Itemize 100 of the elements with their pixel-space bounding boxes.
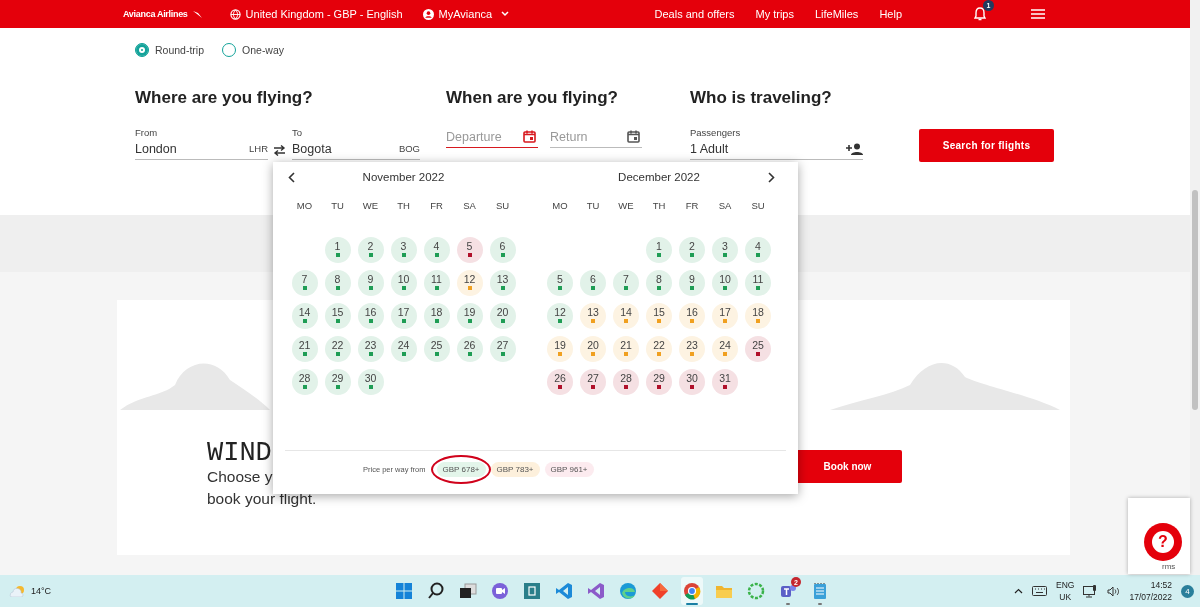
calendar-icon[interactable] [627, 130, 640, 143]
calendar-day[interactable]: 20 [489, 303, 516, 329]
calendar-day[interactable]: 22 [324, 336, 351, 362]
passengers-field[interactable]: 1 Adult [690, 140, 863, 160]
trip-type-radio[interactable] [222, 43, 237, 57]
calendar-day[interactable]: 28 [291, 369, 318, 395]
airline-logo[interactable]: Avianca Airlines [123, 9, 202, 19]
calendar-day[interactable]: 21 [291, 336, 318, 362]
field-label: From [135, 127, 159, 140]
calendar-day[interactable]: 29 [324, 369, 351, 395]
trip-type-label[interactable]: Round-trip [155, 44, 205, 56]
menu-icon[interactable] [1031, 9, 1045, 19]
calendar-day[interactable]: 25 [745, 336, 771, 362]
calendar-day[interactable]: 9 [357, 270, 384, 296]
keyboard-icon[interactable] [1032, 586, 1048, 596]
calendar-day[interactable]: 13 [580, 303, 606, 329]
scrollbar-thumb[interactable] [1192, 190, 1198, 410]
help-button[interactable]: ? [1144, 523, 1182, 561]
search-flights-button[interactable]: Search for flights [919, 129, 1054, 162]
calendar-day[interactable]: 6 [489, 237, 516, 263]
calendar-day[interactable]: 15 [324, 303, 351, 329]
passenger-count: 1 Adult [690, 141, 730, 156]
calendar-day[interactable]: 15 [646, 303, 672, 329]
calendar-day[interactable]: 8 [324, 270, 351, 296]
weekday-label: FR [430, 200, 443, 213]
calendar-day[interactable]: 23 [357, 336, 384, 362]
calendar-day[interactable]: 13 [489, 270, 516, 296]
calendar-day[interactable]: 24 [390, 336, 417, 362]
running-indicator [686, 603, 698, 605]
calendar-day[interactable]: 5 [547, 270, 573, 296]
calendar-day[interactable]: 18 [423, 303, 450, 329]
calendar-day[interactable]: 28 [613, 369, 639, 395]
region-selector[interactable]: United Kingdom - GBP - English [229, 8, 403, 20]
calendar-day[interactable]: 30 [679, 369, 705, 395]
calendar-day[interactable]: 7 [291, 270, 318, 296]
calendar-day[interactable]: 3 [390, 237, 417, 263]
calendar-day[interactable]: 6 [580, 270, 606, 296]
calendar-day[interactable]: 9 [679, 270, 705, 296]
calendar-day[interactable]: 2 [357, 237, 384, 263]
nav-link[interactable]: LifeMiles [814, 8, 859, 20]
return-date-field[interactable]: Return [550, 127, 642, 148]
calendar-day[interactable]: 19 [456, 303, 483, 329]
calendar-day[interactable]: 26 [547, 369, 573, 395]
calendar-day[interactable]: 29 [646, 369, 672, 395]
origin-field[interactable]: London LHR [135, 140, 268, 160]
search-icon [426, 581, 446, 601]
calendar-day[interactable]: 14 [291, 303, 318, 329]
nav-link[interactable]: Help [879, 8, 902, 20]
language-indicator[interactable]: ENG UK [1056, 579, 1075, 603]
calendar-day[interactable]: 24 [712, 336, 738, 362]
calendar-day[interactable]: 23 [679, 336, 705, 362]
calendar-day[interactable]: 19 [547, 336, 573, 362]
previous-month-icon[interactable] [288, 171, 295, 183]
departure-date-field[interactable]: Departure [446, 127, 538, 148]
notification-bell-icon[interactable] [974, 7, 986, 21]
calendar-day[interactable]: 17 [712, 303, 738, 329]
calendar-day[interactable]: 4 [423, 237, 450, 263]
calendar-day[interactable]: 10 [712, 270, 738, 296]
clock[interactable]: 14:52 17/07/2022 [1129, 579, 1172, 603]
calendar-day[interactable]: 10 [390, 270, 417, 296]
speaker-icon[interactable] [1107, 585, 1121, 597]
calendar-day[interactable]: 8 [646, 270, 672, 296]
account-menu[interactable]: MyAvianca [422, 8, 510, 20]
calendar-icon[interactable] [523, 130, 536, 143]
calendar-day[interactable]: 11 [745, 270, 771, 296]
calendar-day[interactable]: 17 [390, 303, 417, 329]
nav-link[interactable]: Deals and offers [654, 8, 735, 20]
calendar-day[interactable]: 25 [423, 336, 450, 362]
destination-field[interactable]: Bogota BOG [292, 140, 420, 160]
notification-count-badge[interactable]: 4 [1181, 584, 1194, 598]
trip-type-radio[interactable] [135, 43, 149, 57]
trip-type-label[interactable]: One-way [242, 44, 285, 56]
chevron-up-icon[interactable] [1014, 588, 1024, 594]
calendar-day[interactable]: 22 [646, 336, 672, 362]
calendar-day[interactable]: 14 [613, 303, 639, 329]
calendar-day[interactable]: 4 [745, 237, 771, 263]
calendar-day[interactable]: 11 [423, 270, 450, 296]
calendar-day[interactable]: 21 [613, 336, 639, 362]
weekday-label: SA [463, 200, 476, 213]
calendar-day[interactable]: 5 [456, 237, 483, 263]
calendar-day[interactable]: 12 [547, 303, 573, 329]
calendar-day[interactable]: 1 [324, 237, 351, 263]
calendar-day[interactable]: 16 [357, 303, 384, 329]
calendar-day[interactable]: 26 [456, 336, 483, 362]
calendar-day[interactable]: 2 [679, 237, 705, 263]
calendar-day[interactable]: 7 [613, 270, 639, 296]
calendar-day[interactable]: 1 [646, 237, 672, 263]
calendar-day[interactable]: 27 [580, 369, 606, 395]
calendar-day[interactable]: 16 [679, 303, 705, 329]
calendar-day[interactable]: 20 [580, 336, 606, 362]
calendar-day[interactable]: 30 [357, 369, 384, 395]
calendar-day[interactable]: 31 [712, 369, 738, 395]
swap-icon[interactable] [273, 145, 286, 156]
calendar-day[interactable]: 27 [489, 336, 516, 362]
calendar-day[interactable]: 3 [712, 237, 738, 263]
calendar-day[interactable]: 12 [456, 270, 483, 296]
next-month-icon[interactable] [767, 171, 775, 183]
network-icon[interactable] [1083, 584, 1099, 598]
nav-link[interactable]: My trips [755, 8, 794, 20]
calendar-day[interactable]: 18 [745, 303, 771, 329]
